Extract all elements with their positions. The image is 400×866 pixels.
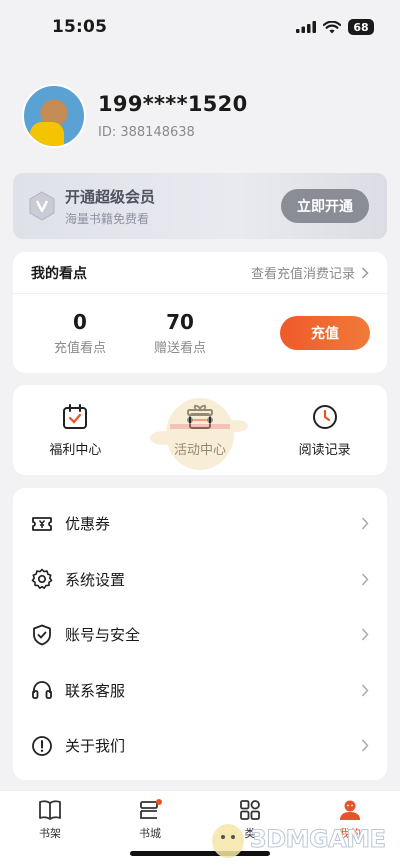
recharge-points-value: 0 — [73, 310, 87, 334]
menu-item-system-settings-label: 系统设置 — [65, 570, 126, 589]
headset-icon — [32, 681, 52, 700]
vip-subtitle: 海量书籍免费看 — [65, 211, 150, 226]
menu-item-account-security-label: 账号与安全 — [65, 626, 141, 645]
tab-bookstore-label: 书城 — [139, 827, 161, 840]
status-bar: 15:05 68 — [0, 0, 400, 54]
recharge-button[interactable]: 充值 — [280, 316, 370, 350]
menu-item-about-us[interactable]: 关于我们 — [13, 718, 387, 774]
recharge-points-label: 充值看点 — [53, 341, 106, 356]
recharge-history-link[interactable]: 查看充值消费记录 — [251, 263, 369, 282]
phone-number: 199****1520 — [98, 92, 248, 116]
chevron-right-icon — [361, 517, 369, 530]
shield-icon — [33, 624, 51, 646]
tab-bookshelf-label: 书架 — [39, 827, 61, 840]
chevron-right-icon — [361, 266, 369, 279]
calendar-check-icon — [63, 403, 88, 429]
status-time: 15:05 — [52, 17, 108, 37]
book-icon — [39, 800, 61, 820]
tab-my-profile-label: 我的 — [339, 827, 361, 840]
profile-header[interactable]: 199****1520 ID: 388148638 — [22, 84, 248, 148]
chevron-right-icon — [361, 684, 369, 697]
points-title: 我的看点 — [31, 265, 87, 282]
bonus-points-stat: 70 赠送看点 — [130, 310, 230, 356]
bonus-points-value: 70 — [166, 310, 194, 334]
recharge-history-label: 查看充值消费记录 — [250, 267, 355, 282]
battery-indicator: 68 — [348, 19, 374, 35]
menu-item-coupons[interactable]: 优惠券 — [13, 496, 387, 552]
menu-item-about-us-label: 关于我们 — [65, 737, 126, 756]
avatar[interactable] — [22, 84, 86, 148]
chevron-right-icon — [361, 573, 369, 586]
reading-history-label: 阅读记录 — [298, 442, 351, 458]
store-icon — [140, 799, 162, 819]
info-icon — [32, 735, 52, 756]
user-id: ID: 388148638 — [98, 125, 195, 140]
welfare-center-button[interactable]: 福利中心 — [13, 385, 138, 475]
reading-history-button[interactable]: 阅读记录 — [262, 385, 387, 475]
wifi-icon — [323, 20, 341, 33]
user-icon — [340, 800, 360, 820]
tab-bookshelf[interactable]: 书架 — [0, 791, 100, 866]
signal-icon — [296, 21, 316, 33]
status-icons: 68 — [296, 19, 374, 35]
open-vip-button[interactable]: 立即开通 — [281, 189, 369, 223]
tab-categories-label: 类 — [244, 827, 256, 840]
activity-center-button[interactable]: 活动中心 — [138, 385, 263, 475]
clock-icon — [312, 404, 337, 429]
menu-item-coupons-label: 优惠券 — [65, 515, 111, 534]
gift-box-icon — [187, 404, 213, 429]
vip-banner[interactable]: 开通超级会员 海量书籍免费看 立即开通 — [13, 173, 387, 239]
chevron-right-icon — [361, 739, 369, 752]
menu-item-customer-service[interactable]: 联系客服 — [13, 663, 387, 719]
welfare-center-label: 福利中心 — [49, 442, 102, 458]
coupon-icon — [32, 516, 52, 531]
menu-item-account-security[interactable]: 账号与安全 — [13, 607, 387, 663]
settings-menu: 优惠券 系统设置 账号与安全 联系客服 关于我们 — [13, 488, 387, 780]
grid-icon — [240, 800, 260, 820]
menu-item-customer-service-label: 联系客服 — [65, 681, 126, 700]
home-indicator — [130, 851, 270, 856]
vip-badge-icon — [29, 191, 55, 221]
quick-actions: 福利中心 活动中心 阅读记录 — [13, 385, 387, 475]
chevron-right-icon — [361, 628, 369, 641]
bonus-points-label: 赠送看点 — [153, 341, 206, 356]
recharge-points-stat: 0 充值看点 — [30, 310, 130, 356]
gear-icon — [31, 568, 53, 590]
activity-center-label: 活动中心 — [174, 442, 227, 458]
tab-my-profile[interactable]: 我的 — [300, 791, 400, 866]
menu-item-system-settings[interactable]: 系统设置 — [13, 552, 387, 608]
points-card: 我的看点 查看充值消费记录 0 充值看点 70 赠送看点 充值 — [13, 252, 387, 373]
vip-title: 开通超级会员 — [65, 187, 156, 206]
